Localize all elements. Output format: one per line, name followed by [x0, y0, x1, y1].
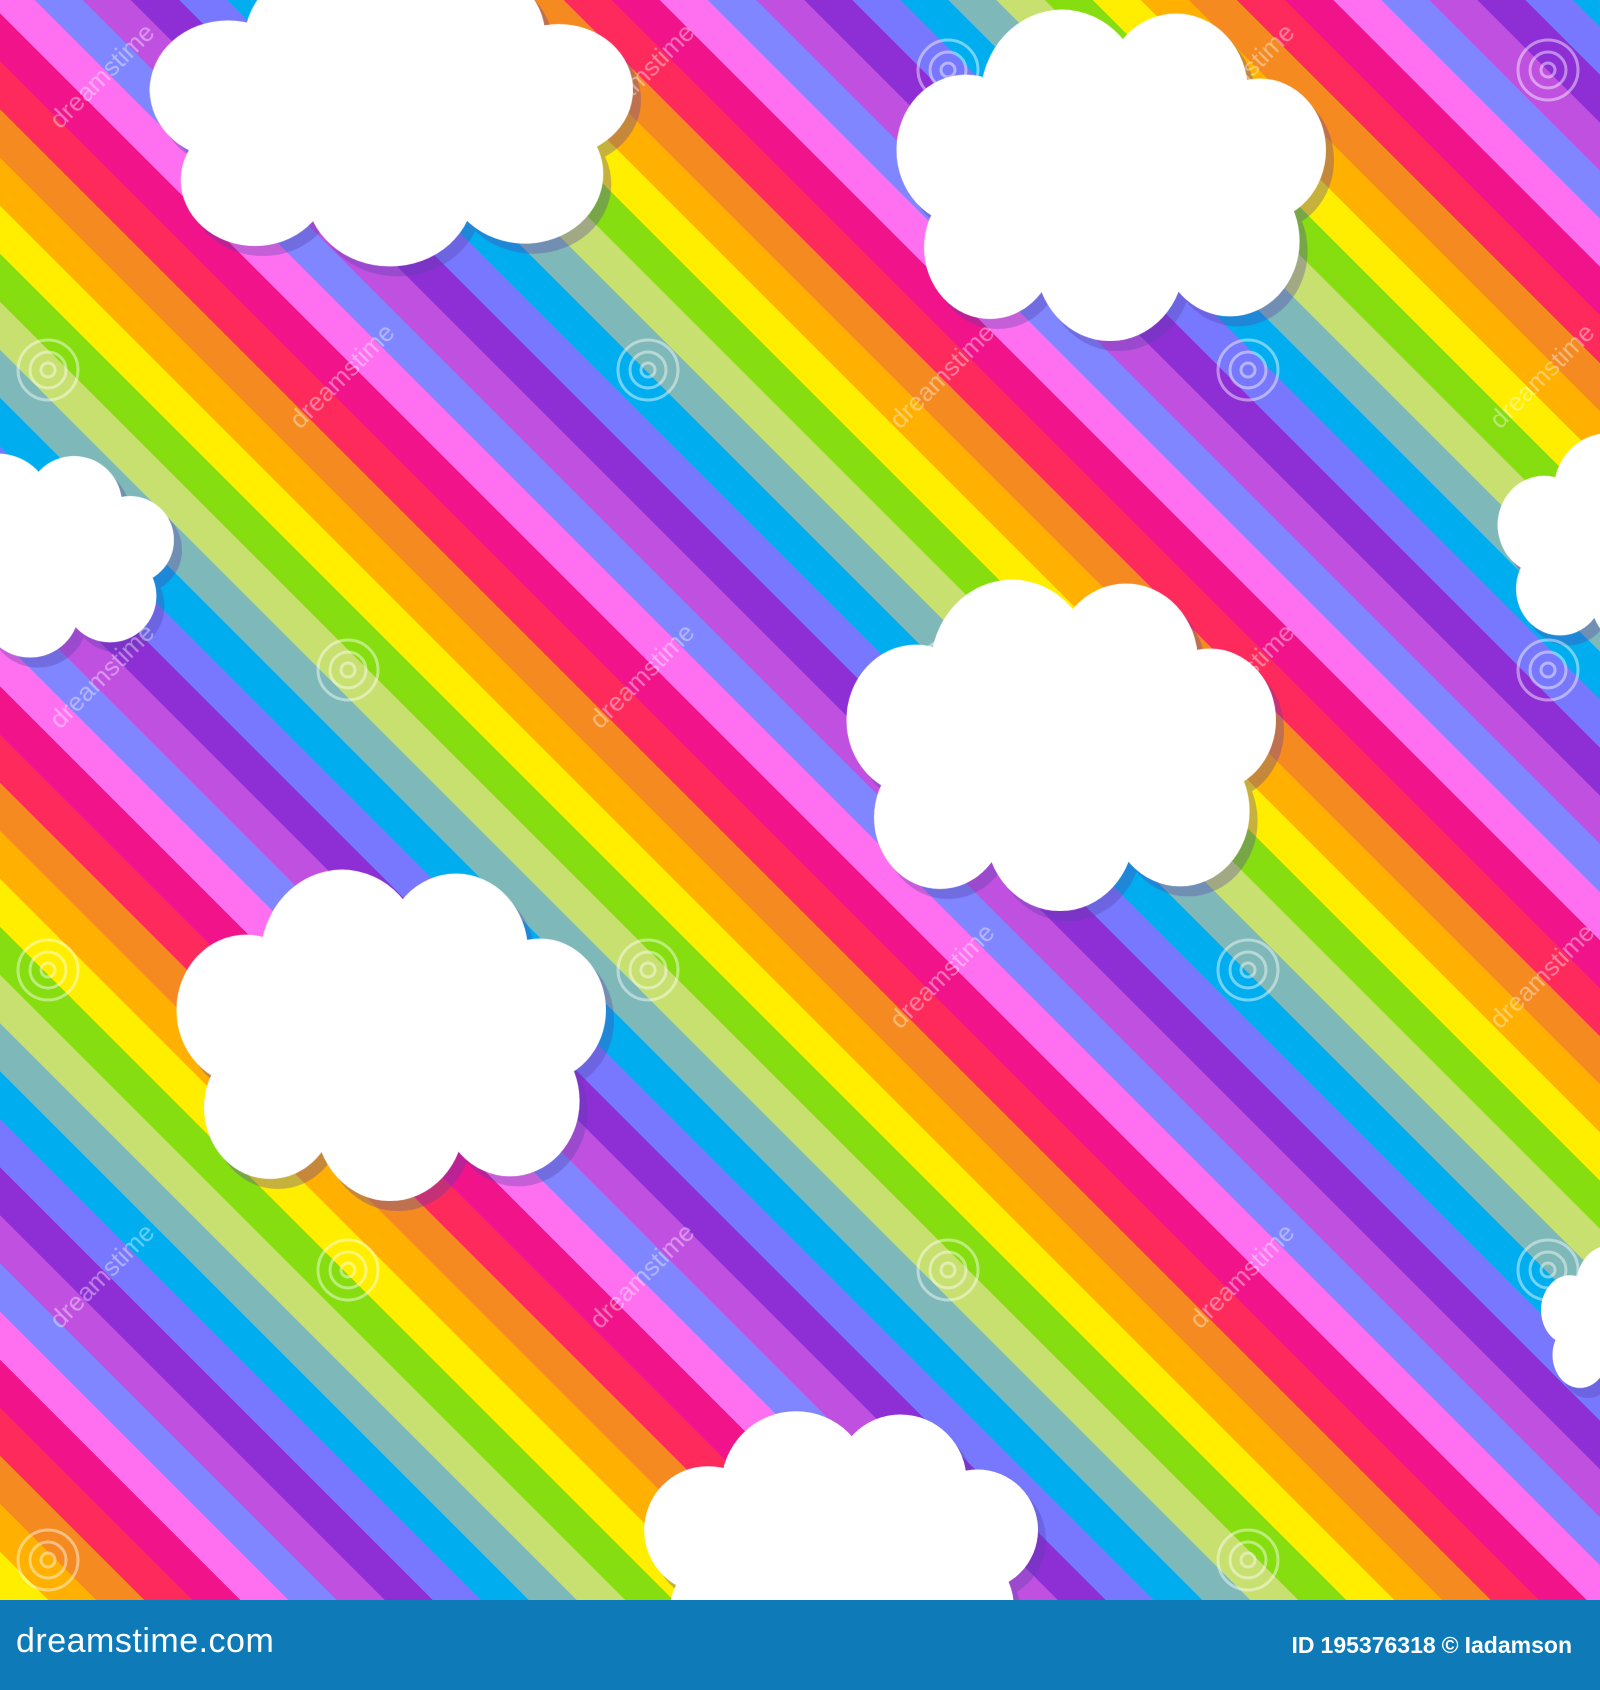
cloud-center — [846, 579, 1276, 912]
rainbow-stripes-artwork: dreamstime dreamstime dreamstime dreamst… — [0, 0, 1600, 1600]
credit-bar: dreamstime.com ID 195376318 © Iadamson — [0, 1600, 1600, 1690]
author-name[interactable]: Iadamson — [1465, 1632, 1572, 1658]
image-id: 195376318 — [1320, 1632, 1436, 1658]
image-credit: ID 195376318 © Iadamson — [1286, 1632, 1572, 1659]
site-name[interactable]: dreamstime.com — [16, 1622, 274, 1661]
cloud-top-right — [896, 9, 1326, 342]
cloud-top-left — [149, 0, 633, 267]
cloud-right-edge — [1497, 433, 1600, 650]
id-label: ID — [1291, 1632, 1315, 1658]
stock-image-page: dreamstime dreamstime dreamstime dreamst… — [0, 0, 1600, 1690]
cloud-small-right — [1541, 1245, 1600, 1399]
clouds-layer — [0, 0, 1600, 1600]
cloud-lower-left — [176, 869, 606, 1202]
cloud-bottom — [644, 1411, 1038, 1600]
copyright-icon: © — [1441, 1632, 1459, 1658]
